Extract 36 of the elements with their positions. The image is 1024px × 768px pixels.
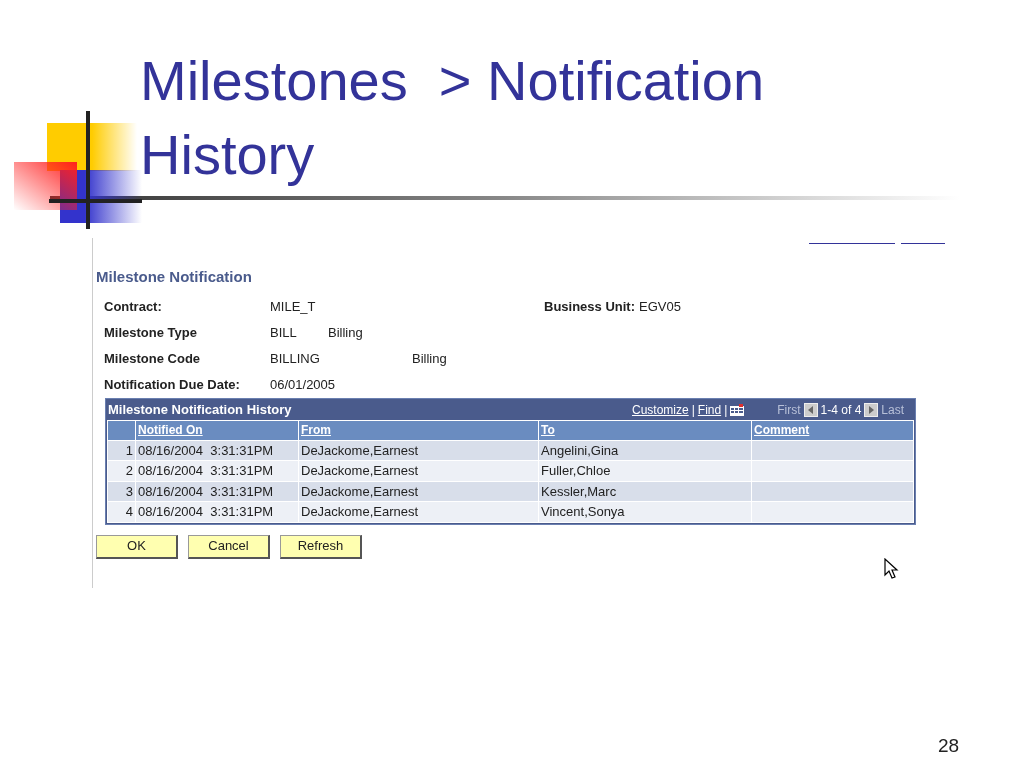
separator: | [724, 401, 728, 419]
column-header-link[interactable]: Notified On [135, 420, 299, 440]
field-value: Billing [328, 323, 363, 342]
field-value: BILLING [270, 349, 321, 368]
column-header-link[interactable]: Comment [751, 420, 914, 440]
row-number: 2 [107, 460, 136, 481]
action-button[interactable]: Cancel [188, 534, 270, 559]
table-cell: DeJackome,Earnest [298, 481, 539, 502]
first-label: First [777, 401, 801, 419]
row-number: 1 [107, 440, 136, 461]
field-value: BILL [270, 323, 298, 342]
field-label: Milestone Type [104, 323, 198, 342]
action-button[interactable]: Refresh [280, 534, 362, 559]
field-value: EGV05 [639, 297, 681, 316]
field-value: Billing [412, 349, 447, 368]
field-label: Business Unit: [544, 297, 635, 316]
field-label: Contract: [104, 297, 163, 316]
field-label: Notification Due Date: [104, 375, 241, 394]
separator: | [691, 401, 695, 419]
customize-link[interactable]: Customize [632, 400, 689, 419]
page-range: 1-4 of 4 [820, 401, 862, 419]
action-button[interactable]: OK [96, 534, 178, 559]
row-number: 3 [107, 481, 136, 502]
find-link[interactable]: Find [697, 400, 722, 419]
field-label: Milestone Code [104, 349, 202, 368]
slide-title: Milestones > Notification History [140, 48, 766, 188]
last-label: Last [881, 401, 904, 419]
table-cell: DeJackome,Earnest [298, 440, 539, 461]
page-number: 28 [938, 734, 960, 758]
column-header-link[interactable]: From [298, 420, 539, 440]
page-heading: Milestone Notification [96, 267, 253, 287]
row-number: 4 [107, 501, 136, 522]
field-value: MILE_T [270, 297, 317, 316]
grid-title: Milestone Notification History [108, 400, 292, 419]
column-header-link[interactable]: To [538, 420, 752, 440]
field-value: 06/01/2005 [270, 375, 337, 394]
